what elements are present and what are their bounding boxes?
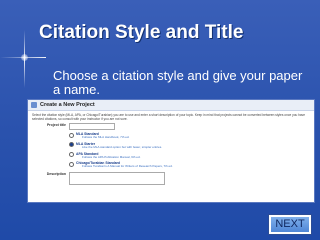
style-option-apa-standard[interactable]: APA Standard Follows the APA Publication… (69, 152, 219, 160)
embedded-screenshot: Create a New Project Select the citation… (27, 99, 315, 203)
description-textarea[interactable] (69, 172, 165, 186)
style-radio-chicago-turabian[interactable] (69, 161, 74, 167)
project-icon (31, 102, 37, 108)
screenshot-intro-text: Select the citation style (MLA, APA, or … (32, 113, 306, 121)
style-description: Like the MLA standard option but with fe… (82, 144, 163, 149)
description-label: Description (46, 172, 66, 177)
screenshot-title: Create a New Project (40, 102, 95, 108)
project-title-label: Project title (46, 123, 66, 127)
style-description: Follows the APA Publication Manual, 6th … (82, 154, 141, 159)
description-row: Description (28, 171, 314, 186)
style-description: Follows Turabian's A Manual for Writers … (82, 164, 173, 169)
next-button[interactable]: NEXT (269, 215, 311, 234)
slide-title: Citation Style and Title (39, 22, 244, 43)
style-radio-mla-standard[interactable] (69, 132, 74, 138)
style-description: Follows the MLA Handbook, 7th ed. (82, 135, 130, 139)
sparkle-dot (21, 54, 28, 61)
project-title-row: Project title (28, 122, 314, 131)
style-radio-apa-standard[interactable] (69, 152, 74, 158)
citation-style-list: MLA Standard Follows the MLA Handbook, 7… (69, 132, 219, 169)
style-option-chicago-turabian[interactable]: Chicago/Turabian Standard Follows Turabi… (69, 161, 219, 169)
project-title-input[interactable] (69, 123, 115, 130)
screenshot-header: Create a New Project (28, 100, 314, 111)
style-option-mla-standard[interactable]: MLA Standard Follows the MLA Handbook, 7… (69, 132, 219, 140)
style-option-mla-starter[interactable]: MLA Starter Like the MLA standard option… (69, 142, 219, 150)
slide-background: Citation Style and Title Choose a citati… (0, 0, 320, 240)
style-radio-mla-starter[interactable] (69, 142, 74, 148)
slide-bullet-text: Choose a citation style and give your pa… (53, 68, 303, 97)
